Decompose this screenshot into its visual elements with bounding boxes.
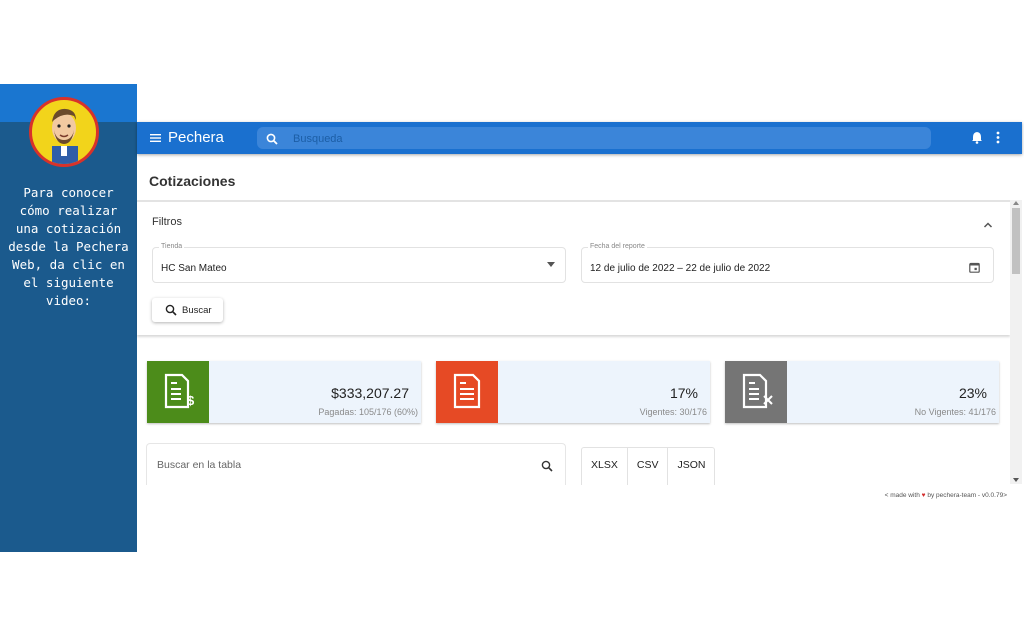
report-date-value: 12 de julio de 2022 – 22 de julio de 202… — [590, 263, 771, 274]
active-percent-value: 17% — [669, 385, 698, 401]
export-button-group: XLSX CSV JSON — [581, 447, 716, 485]
mascot-avatar — [29, 97, 99, 167]
paid-total-value: $333,207.27 — [331, 385, 409, 401]
search-icon[interactable] — [541, 459, 553, 477]
paid-document-icon: $ — [147, 361, 209, 423]
footer-suffix: by pechera-team - v0.0.79> — [927, 492, 1007, 499]
expired-percent-value: 23% — [958, 385, 987, 401]
search-button[interactable]: Buscar — [152, 298, 223, 322]
tutorial-panel: Para conocer cómo realizar una cotizació… — [0, 84, 137, 552]
app-title[interactable]: Pechera — [168, 129, 224, 146]
menu-icon[interactable] — [150, 131, 162, 143]
summary-card-paid: $ $333,207.27 Pagadas: 105/176 (60%) — [147, 361, 421, 423]
scroll-down-icon[interactable] — [1013, 478, 1019, 482]
svg-text:$: $ — [187, 393, 195, 408]
search-icon — [165, 304, 177, 319]
scrollbar[interactable] — [1010, 200, 1022, 484]
table-search-input[interactable] — [155, 458, 519, 472]
filters-label: Filtros — [152, 216, 182, 228]
summary-card-active: 17% Vigentes: 30/176 — [436, 361, 710, 423]
page-title: Cotizaciones — [149, 173, 236, 189]
chevron-up-icon[interactable] — [983, 216, 993, 234]
report-date-label: Fecha del reporte — [588, 243, 647, 250]
document-icon — [436, 361, 498, 423]
footer-credit: < made with ♥ by pechera-team - v0.0.79> — [885, 492, 1007, 499]
store-select[interactable]: Tienda HC San Mateo — [152, 243, 566, 283]
bell-icon[interactable] — [971, 131, 983, 149]
paid-count: Pagadas: 105/176 (60%) — [318, 407, 418, 417]
export-json-button[interactable]: JSON — [668, 448, 714, 485]
global-search-input[interactable] — [291, 130, 895, 148]
calendar-icon[interactable] — [969, 260, 980, 278]
filters-panel: Filtros Tienda HC San Mateo Fecha del re… — [137, 200, 1010, 335]
report-date-field[interactable]: Fecha del reporte 12 de julio de 2022 – … — [581, 243, 994, 283]
app-window: Pechera Cotizaciones Filtros Tienda HC S… — [137, 122, 1022, 485]
store-select-value: HC San Mateo — [161, 263, 227, 274]
scroll-up-icon[interactable] — [1013, 201, 1019, 205]
cancelled-document-icon — [725, 361, 787, 423]
heart-icon: ♥ — [921, 492, 926, 499]
global-search[interactable] — [257, 127, 931, 149]
kebab-icon[interactable] — [995, 131, 1001, 149]
export-csv-button[interactable]: CSV — [628, 448, 669, 485]
summary-card-expired: 23% No Vigentes: 41/176 — [725, 361, 999, 423]
export-xlsx-button[interactable]: XLSX — [582, 448, 628, 485]
top-app-bar: Pechera — [137, 122, 1022, 154]
footer-prefix: < made with — [884, 492, 920, 499]
search-icon — [266, 132, 278, 150]
active-count: Vigentes: 30/176 — [639, 407, 707, 417]
dropdown-arrow-icon — [547, 262, 555, 267]
tutorial-text: Para conocer cómo realizar una cotizació… — [8, 185, 129, 308]
store-select-label: Tienda — [159, 243, 185, 250]
scrollbar-thumb[interactable] — [1012, 208, 1020, 274]
table-search[interactable] — [146, 443, 566, 485]
expired-count: No Vigentes: 41/176 — [914, 407, 996, 417]
search-button-label: Buscar — [182, 305, 212, 316]
